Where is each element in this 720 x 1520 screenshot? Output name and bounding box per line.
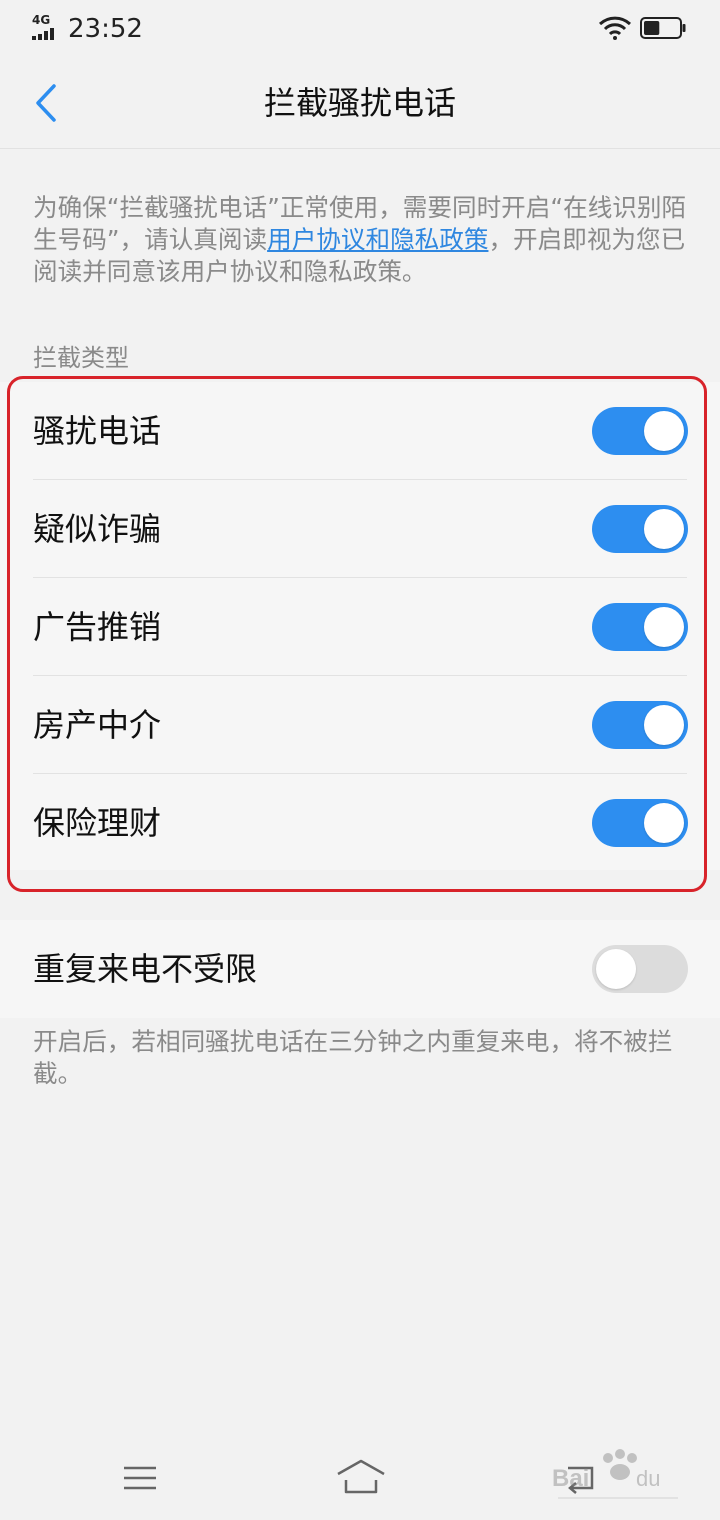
- toggle-knob: [644, 411, 684, 451]
- setting-row-fraud[interactable]: 疑似诈骗: [0, 480, 720, 578]
- battery-icon: [640, 16, 688, 40]
- status-bar: 4G 23:52: [0, 0, 720, 58]
- setting-row-insurance[interactable]: 保险理财: [0, 774, 720, 872]
- setting-row-harassment[interactable]: 骚扰电话: [0, 382, 720, 480]
- page-title: 拦截骚扰电话: [263, 84, 456, 122]
- toggle-fraud[interactable]: [592, 505, 688, 553]
- setting-label: 保险理财: [33, 804, 162, 842]
- toggle-knob: [644, 705, 684, 745]
- toggle-harassment[interactable]: [592, 407, 688, 455]
- privacy-policy-link[interactable]: 用户协议和隐私政策: [267, 225, 488, 254]
- setting-row-real-estate[interactable]: 房产中介: [0, 676, 720, 774]
- toggle-knob: [644, 607, 684, 647]
- svg-text:Bai: Bai: [552, 1465, 589, 1492]
- setting-label: 重复来电不受限: [33, 950, 258, 988]
- home-icon[interactable]: [336, 1458, 386, 1496]
- toggle-insurance[interactable]: [592, 799, 688, 847]
- toggle-advertising[interactable]: [592, 603, 688, 651]
- intercept-types-list: 骚扰电话 疑似诈骗 广告推销 房产中介 保险理财: [0, 382, 720, 870]
- section-label-intercept-types: 拦截类型: [33, 344, 129, 372]
- toggle-knob: [644, 509, 684, 549]
- setting-label: 骚扰电话: [33, 412, 162, 450]
- menu-icon[interactable]: [122, 1464, 158, 1492]
- setting-label: 广告推销: [33, 608, 162, 646]
- toggle-knob: [596, 949, 636, 989]
- toggle-real-estate[interactable]: [592, 701, 688, 749]
- setting-row-advertising[interactable]: 广告推销: [0, 578, 720, 676]
- setting-label: 疑似诈骗: [33, 510, 162, 548]
- setting-label: 房产中介: [33, 706, 162, 744]
- svg-text:du: du: [636, 1466, 660, 1491]
- watermark-logo: Bai du: [548, 1446, 688, 1506]
- network-type: 4G: [32, 13, 51, 27]
- toggle-repeat-call[interactable]: [592, 945, 688, 993]
- wifi-icon: [598, 16, 632, 40]
- signal-icon: 4G: [32, 14, 62, 40]
- app-header: 拦截骚扰电话: [0, 58, 720, 149]
- repeat-call-description: 开启后，若相同骚扰电话在三分钟之内重复来电，将不被拦截。: [33, 1027, 673, 1088]
- privacy-notice: 为确保“拦截骚扰电话”正常使用，需要同时开启“在线识别陌生号码”，请认真阅读用户…: [33, 192, 689, 288]
- clock: 23:52: [68, 14, 143, 44]
- toggle-knob: [644, 803, 684, 843]
- setting-row-repeat-call[interactable]: 重复来电不受限: [0, 920, 720, 1018]
